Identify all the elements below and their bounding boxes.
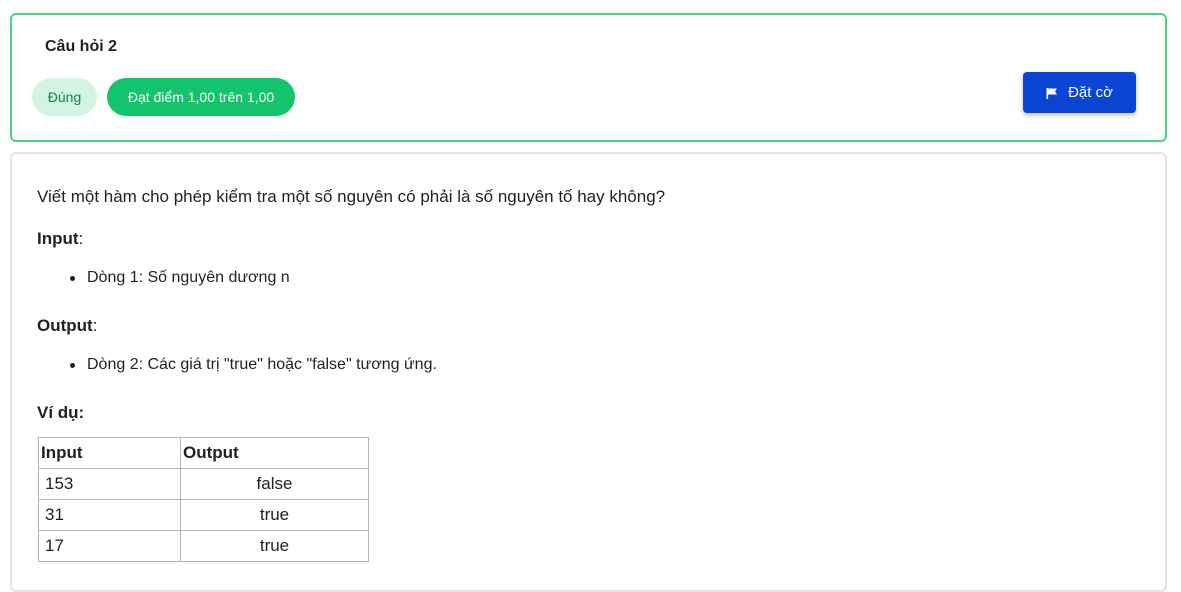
table-cell-input: 31: [38, 499, 181, 531]
bullet-dot: [70, 363, 75, 368]
bullet-dot: [70, 276, 75, 281]
output-item-text: Dòng 2: Các giá trị "true" hoặc "false" …: [87, 356, 437, 373]
flag-button-label: Đặt cờ: [1068, 84, 1113, 101]
table-cell-output: true: [180, 499, 369, 531]
question-prompt: Viết một hàm cho phép kiểm tra một số ng…: [37, 187, 666, 206]
example-heading: Ví dụ:: [37, 403, 85, 422]
grade-badge: Đạt điểm 1,00 trên 1,00: [107, 78, 295, 116]
table-row: 17 true: [38, 530, 369, 562]
example-table: Input Output 153 false 31 true 17 true: [38, 437, 369, 562]
table-row: 31 true: [38, 499, 369, 531]
table-row: 153 false: [38, 468, 369, 500]
flag-question-button[interactable]: Đặt cờ: [1023, 72, 1136, 113]
question-info-card: Câu hỏi 2 Đúng Đạt điểm 1,00 trên 1,00 Đ…: [10, 13, 1167, 142]
status-badge: Đúng: [32, 78, 97, 116]
table-cell-output: false: [180, 468, 369, 500]
input-item-text: Dòng 1: Số nguyên dương n: [87, 269, 290, 286]
table-cell-output: true: [180, 530, 369, 562]
table-cell-input: 17: [38, 530, 181, 562]
table-header-row: Input Output: [38, 437, 369, 469]
question-content: Viết một hàm cho phép kiểm tra một số ng…: [10, 152, 1167, 592]
column-header-input: Input: [38, 437, 181, 469]
table-cell-input: 153: [38, 468, 181, 500]
list-item: Dòng 2: Các giá trị "true" hoặc "false" …: [70, 356, 437, 374]
question-title: Câu hỏi 2: [45, 38, 118, 55]
flag-icon: [1046, 87, 1058, 99]
list-item: Dòng 1: Số nguyên dương n: [70, 269, 290, 287]
column-header-output: Output: [180, 437, 369, 469]
input-heading: Input:: [37, 229, 84, 248]
output-heading: Output:: [37, 316, 98, 335]
